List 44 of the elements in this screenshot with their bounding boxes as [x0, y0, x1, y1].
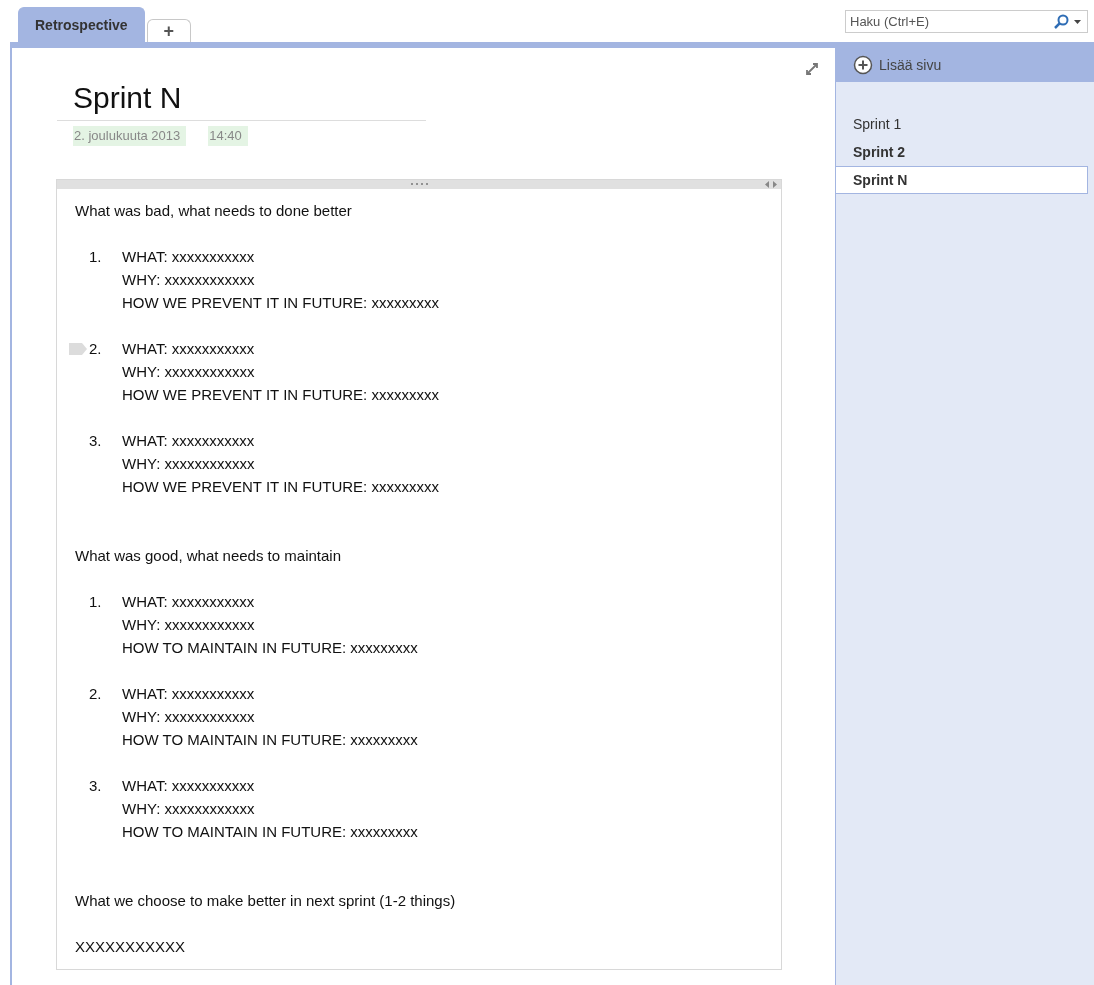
search-field[interactable]: Haku (Ctrl+E) [845, 10, 1088, 33]
page-date: 2. joulukuuta 2013 [73, 126, 187, 146]
expand-icon[interactable] [805, 62, 819, 76]
list-line: WHY: xxxxxxxxxxxx [122, 362, 256, 382]
list-line: WHAT: xxxxxxxxxxx [122, 776, 256, 796]
add-page-button[interactable]: Lisää sivu [836, 48, 1094, 82]
page-time: 14:40 [208, 126, 248, 146]
page-tab[interactable]: Sprint 1 [836, 110, 1088, 138]
list-line: HOW TO MAINTAIN IN FUTURE: xxxxxxxxx [122, 638, 418, 658]
search-icon[interactable] [1052, 14, 1070, 30]
resize-icon[interactable] [765, 181, 777, 188]
list-line: WHAT: xxxxxxxxxxx [122, 592, 256, 612]
list-line: WHY: xxxxxxxxxxxx [122, 615, 256, 635]
section-heading: What we choose to make better in next sprint (1-2 things) [75, 891, 457, 911]
list-number: 2. [89, 684, 103, 704]
list-number: 1. [89, 592, 103, 612]
section-heading: What was bad, what needs to done better [75, 201, 353, 221]
page-title: Sprint N [73, 80, 182, 116]
list-line: WHAT: xxxxxxxxxxx [122, 339, 256, 359]
paragraph-handle-icon[interactable] [69, 343, 88, 355]
page-tab[interactable]: Sprint 2 [836, 138, 1088, 166]
notebook-tab[interactable]: + [146, 19, 192, 42]
list-line: WHY: xxxxxxxxxxxx [122, 799, 256, 819]
note-text: XXXXXXXXXXX [75, 937, 187, 957]
list-line: HOW TO MAINTAIN IN FUTURE: xxxxxxxxx [122, 730, 418, 750]
list-number: 3. [89, 431, 103, 451]
list-line: WHAT: xxxxxxxxxxx [122, 684, 256, 704]
list-line: WHY: xxxxxxxxxxxx [122, 707, 256, 727]
list-number: 3. [89, 776, 103, 796]
list-line: HOW TO MAINTAIN IN FUTURE: xxxxxxxxx [122, 822, 418, 842]
list-line: WHAT: xxxxxxxxxxx [122, 247, 256, 267]
list-number: 1. [89, 247, 103, 267]
page-tab[interactable]: Sprint N [836, 166, 1088, 194]
list-line: WHY: xxxxxxxxxxxx [122, 454, 256, 474]
list-number: 2. [89, 339, 103, 359]
list-line: WHY: xxxxxxxxxxxx [122, 270, 256, 290]
list-line: HOW WE PREVENT IT IN FUTURE: xxxxxxxxx [122, 385, 439, 405]
list-line: HOW WE PREVENT IT IN FUTURE: xxxxxxxxx [122, 477, 439, 497]
plus-circle-icon [853, 55, 873, 75]
list-line: HOW WE PREVENT IT IN FUTURE: xxxxxxxxx [122, 293, 439, 313]
list-line: WHAT: xxxxxxxxxxx [122, 431, 256, 451]
notebook-tab[interactable]: Retrospective [18, 7, 145, 42]
drag-handle-icon[interactable] [410, 182, 428, 186]
section-heading: What was good, what needs to maintain [75, 546, 342, 566]
